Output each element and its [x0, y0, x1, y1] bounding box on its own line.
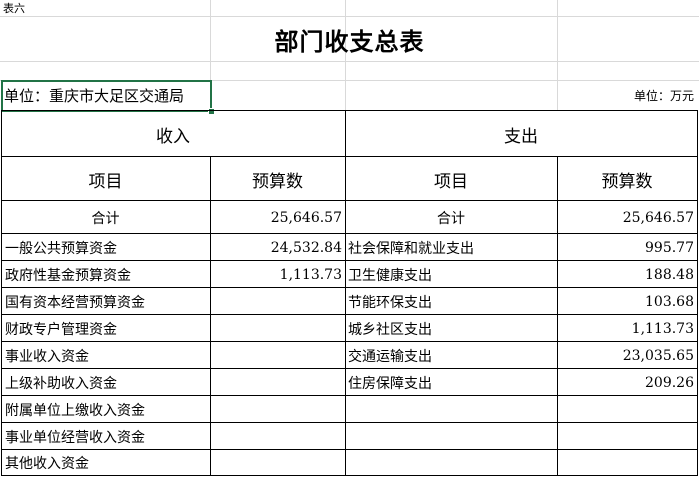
income-value [210, 342, 345, 369]
income-value: 24,532.84 [270, 239, 342, 256]
expense-value [557, 396, 697, 423]
income-value [210, 369, 345, 396]
expense-value [557, 423, 697, 450]
income-value [210, 396, 345, 423]
selected-cell-outline [1, 80, 212, 112]
income-item: 其他收入资金 [5, 456, 89, 472]
income-item: 国有资本经营预算资金 [5, 294, 145, 311]
income-total-label: 合计 [91, 210, 120, 227]
income-item: 财政专户管理资金 [5, 321, 117, 338]
income-item-header: 项目 [88, 171, 123, 192]
expense-value: 23,035.65 [622, 347, 694, 364]
income-value [210, 423, 345, 450]
expense-value: 995.77 [645, 239, 694, 256]
income-item: 政府性基金预算资金 [5, 267, 131, 284]
income-value [210, 288, 345, 315]
expense-value: 209.26 [645, 374, 694, 391]
expense-item: 卫生健康支出 [348, 267, 432, 284]
grid-line [0, 61, 699, 62]
income-budget-header: 预算数 [252, 171, 303, 192]
income-value [210, 450, 345, 476]
expense-value: 188.48 [645, 266, 694, 283]
income-item: 一般公共预算资金 [5, 240, 117, 257]
spreadsheet-sheet: 表六 部门收支总表 单位：重庆市大足区交通局 单位：万元 收入 支出 项目 预算… [0, 0, 699, 477]
income-item: 上级补助收入资金 [5, 375, 117, 392]
expense-header: 支出 [504, 126, 538, 147]
expense-value: 1,113.73 [631, 320, 694, 337]
expense-value: 103.68 [645, 293, 694, 310]
expense-value [557, 450, 697, 476]
income-value [210, 315, 345, 342]
expense-item: 节能环保支出 [348, 294, 432, 311]
income-item: 附属单位上缴收入资金 [5, 402, 145, 419]
page-title: 部门收支总表 [274, 26, 425, 56]
expense-item: 交通运输支出 [348, 348, 432, 365]
expense-item: 城乡社区支出 [348, 321, 432, 338]
income-total-value: 25,646.57 [270, 209, 342, 226]
sheet-label: 表六 [3, 1, 25, 15]
income-header: 收入 [156, 126, 190, 147]
expense-total-label: 合计 [437, 210, 465, 227]
expense-budget-header: 预算数 [601, 171, 653, 192]
expense-total-value: 25,646.57 [622, 209, 694, 226]
income-item: 事业收入资金 [5, 348, 89, 365]
income-item: 事业单位经营收入资金 [5, 429, 145, 446]
expense-item: 住房保障支出 [348, 375, 432, 392]
income-value: 1,113.73 [279, 266, 342, 283]
unit-label: 单位：万元 [633, 89, 694, 103]
expense-item-header: 项目 [434, 171, 468, 192]
expense-item: 社会保障和就业支出 [348, 240, 474, 257]
